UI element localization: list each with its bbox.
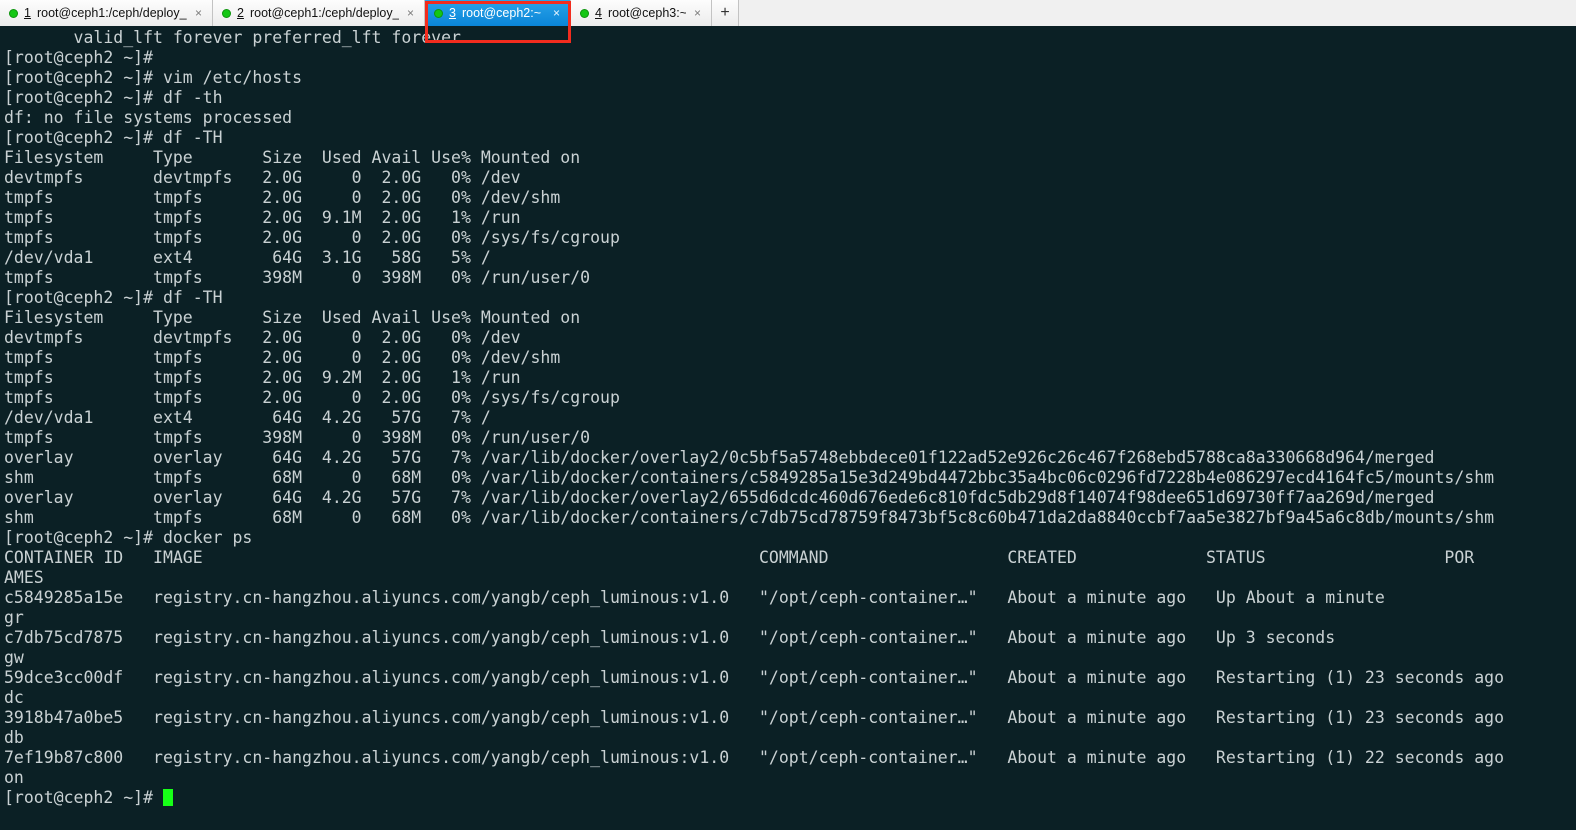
terminal-line: df: no file systems processed bbox=[4, 108, 293, 127]
terminal-line: Filesystem Type Size Used Avail Use% Mou… bbox=[4, 308, 581, 327]
terminal-line: devtmpfs devtmpfs 2.0G 0 2.0G 0% /dev bbox=[4, 168, 521, 187]
terminal-line: /dev/vda1 ext4 64G 3.1G 58G 5% / bbox=[4, 248, 491, 267]
terminal-line: [root@ceph2 ~]# bbox=[4, 48, 154, 67]
terminal-line: Filesystem Type Size Used Avail Use% Mou… bbox=[4, 148, 581, 167]
terminal-line: shm tmpfs 68M 0 68M 0% /var/lib/docker/c… bbox=[4, 508, 1495, 527]
tab-number: 1 bbox=[24, 6, 31, 20]
tab-number: 3 bbox=[449, 6, 456, 20]
terminal-line: tmpfs tmpfs 398M 0 398M 0% /run/user/0 bbox=[4, 428, 591, 447]
terminal-line: dc bbox=[4, 688, 24, 707]
terminal-line: devtmpfs devtmpfs 2.0G 0 2.0G 0% /dev bbox=[4, 328, 521, 347]
terminal-line: 59dce3cc00df registry.cn-hangzhou.aliyun… bbox=[4, 668, 1505, 687]
terminal-line: 7ef19b87c800 registry.cn-hangzhou.aliyun… bbox=[4, 748, 1505, 767]
terminal-line: on bbox=[4, 768, 24, 787]
terminal-line: overlay overlay 64G 4.2G 57G 7% /var/lib… bbox=[4, 488, 1435, 507]
terminal-line: tmpfs tmpfs 2.0G 9.2M 2.0G 1% /run bbox=[4, 368, 521, 387]
terminal-line: tmpfs tmpfs 2.0G 0 2.0G 0% /dev/shm bbox=[4, 348, 561, 367]
terminal-line: [root@ceph2 ~]# df -TH bbox=[4, 128, 223, 147]
terminal-line: gr bbox=[4, 608, 24, 627]
terminal-line: AMES bbox=[4, 568, 44, 587]
tab-close-icon[interactable]: × bbox=[193, 7, 204, 19]
new-tab-button[interactable]: + bbox=[712, 0, 739, 26]
terminal-window: 1 root@ceph1:/ceph/deploy_c… × 2 root@ce… bbox=[0, 0, 1576, 830]
tab-status-dot-icon bbox=[580, 8, 589, 18]
terminal-line: shm tmpfs 68M 0 68M 0% /var/lib/docker/c… bbox=[4, 468, 1495, 487]
terminal-line: /dev/vda1 ext4 64G 4.2G 57G 7% / bbox=[4, 408, 491, 427]
tab-3-active[interactable]: 3 root@ceph2:~ × bbox=[425, 0, 571, 26]
terminal-output[interactable]: valid_lft forever preferred_lft forever[… bbox=[0, 26, 1576, 830]
terminal-line: tmpfs tmpfs 2.0G 0 2.0G 0% /sys/fs/cgrou… bbox=[4, 228, 620, 247]
tab-close-icon[interactable]: × bbox=[692, 7, 703, 19]
terminal-line: c5849285a15e registry.cn-hangzhou.aliyun… bbox=[4, 588, 1385, 607]
tab-close-icon[interactable]: × bbox=[551, 7, 562, 19]
terminal-line: [root@ceph2 ~]# df -th bbox=[4, 88, 223, 107]
tab-number: 4 bbox=[595, 6, 602, 20]
tab-label: root@ceph3:~ bbox=[607, 6, 686, 20]
terminal-line: CONTAINER ID IMAGE COMMAND CREATED STATU… bbox=[4, 548, 1475, 567]
tab-bar-empty-area bbox=[739, 0, 1576, 26]
tab-status-dot-icon bbox=[9, 8, 18, 18]
tab-close-icon[interactable]: × bbox=[405, 7, 416, 19]
terminal-line: [root@ceph2 ~]# df -TH bbox=[4, 288, 223, 307]
terminal-prompt-line: [root@ceph2 ~]# bbox=[4, 788, 1576, 808]
terminal-line: tmpfs tmpfs 2.0G 9.1M 2.0G 1% /run bbox=[4, 208, 521, 227]
tab-1[interactable]: 1 root@ceph1:/ceph/deploy_c… × bbox=[0, 0, 213, 26]
terminal-cursor bbox=[162, 789, 173, 806]
terminal-line: overlay overlay 64G 4.2G 57G 7% /var/lib… bbox=[4, 448, 1435, 467]
terminal-line: valid_lft forever preferred_lft forever bbox=[4, 28, 461, 47]
terminal-line: tmpfs tmpfs 2.0G 0 2.0G 0% /sys/fs/cgrou… bbox=[4, 388, 620, 407]
terminal-line: gw bbox=[4, 648, 24, 667]
tab-status-dot-icon bbox=[222, 8, 231, 18]
tab-number: 2 bbox=[237, 6, 244, 20]
tab-label: root@ceph1:/ceph/deploy_c… bbox=[36, 6, 187, 20]
tab-bar: 1 root@ceph1:/ceph/deploy_c… × 2 root@ce… bbox=[0, 0, 1576, 27]
terminal-line: tmpfs tmpfs 2.0G 0 2.0G 0% /dev/shm bbox=[4, 188, 561, 207]
terminal-line: 3918b47a0be5 registry.cn-hangzhou.aliyun… bbox=[4, 708, 1505, 727]
terminal-line: tmpfs tmpfs 398M 0 398M 0% /run/user/0 bbox=[4, 268, 591, 287]
terminal-line: [root@ceph2 ~]# vim /etc/hosts bbox=[4, 68, 303, 87]
terminal-line: [root@ceph2 ~]# docker ps bbox=[4, 528, 253, 547]
tab-2[interactable]: 2 root@ceph1:/ceph/deploy_c… × bbox=[213, 0, 425, 26]
tab-label: root@ceph1:/ceph/deploy_c… bbox=[249, 6, 399, 20]
terminal-line: c7db75cd7875 registry.cn-hangzhou.aliyun… bbox=[4, 628, 1336, 647]
tab-4[interactable]: 4 root@ceph3:~ × bbox=[571, 0, 712, 26]
tab-label: root@ceph2:~ bbox=[461, 6, 542, 20]
tab-status-dot-icon bbox=[434, 8, 443, 18]
terminal-line: db bbox=[4, 728, 24, 747]
